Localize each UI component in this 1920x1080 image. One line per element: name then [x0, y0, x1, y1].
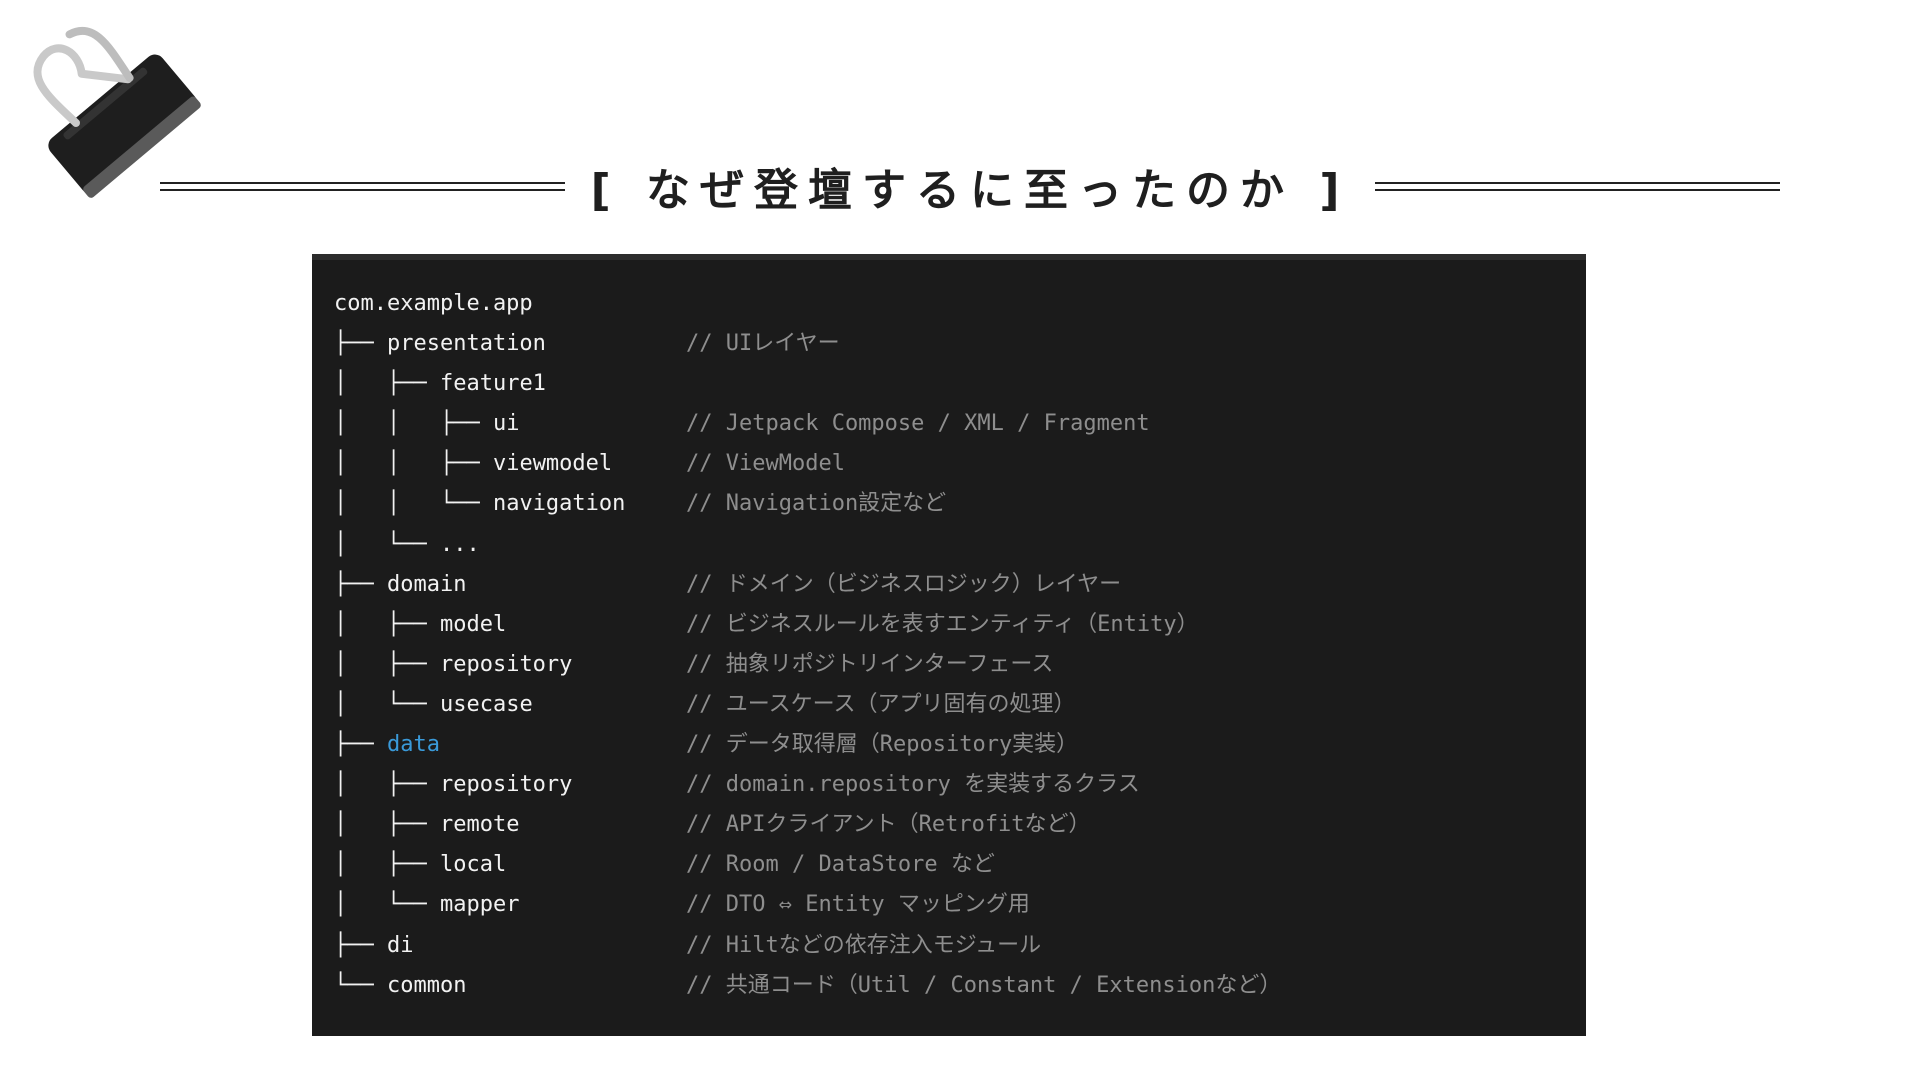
code-line: │ └── mapper // DTO ⇔ Entity マッピング用: [334, 885, 1586, 925]
tree-connector: │ ├──: [334, 371, 440, 397]
title-rule-right: [1375, 181, 1781, 191]
code-comment: // UIレイヤー: [686, 331, 840, 357]
tree-connector: ├──: [334, 571, 387, 597]
code-line: │ ├── feature1: [334, 364, 1586, 404]
package-name: local: [439, 852, 507, 878]
code-comment: // ドメイン（ビジネスロジック）レイヤー: [686, 571, 1122, 597]
page-title: [ なぜ登壇するに至ったのか ]: [590, 165, 1350, 216]
code-comment: // ViewModel: [686, 451, 845, 477]
code-line: │ ├── repository // 抽象リポジトリインターフェース: [334, 645, 1586, 685]
package-name: feature1: [439, 371, 546, 397]
code-block: com.example.app ├── presentation // UIレイヤー…: [312, 254, 1586, 1036]
tree-connector: │ │ ├──: [334, 451, 493, 477]
tree-connector: │ ├──: [334, 852, 440, 878]
package-name: repository: [439, 651, 573, 677]
tree-connector: │ ├──: [334, 812, 440, 838]
package-name: common: [386, 972, 467, 998]
code-line: │ ├── model // ビジネスルールを表すエンティティ（Entity）: [334, 605, 1586, 645]
code-line: com.example.app: [334, 284, 1586, 324]
package-name: di: [386, 932, 414, 958]
code-comment: // 共通コード（Util / Constant / Extensionなど）: [686, 972, 1282, 998]
package-name: model: [439, 611, 507, 637]
code-comment: // Hiltなどの依存注入モジュール: [686, 932, 1042, 958]
package-name: navigation: [492, 491, 626, 517]
code-line: ├── presentation // UIレイヤー: [334, 324, 1586, 364]
code-comment: // Room / DataStore など: [686, 852, 995, 878]
code-line: ├── data // データ取得層（Repository実装）: [334, 725, 1586, 765]
code-comment: // Jetpack Compose / XML / Fragment: [686, 411, 1150, 437]
code-comment: // Navigation設定など: [686, 491, 947, 517]
code-line: │ │ ├── ui // Jetpack Compose / XML / Fra…: [334, 404, 1586, 444]
code-line: │ │ ├── viewmodel // ViewModel: [334, 444, 1586, 484]
code-line: ├── domain // ドメイン（ビジネスロジック）レイヤー: [334, 565, 1586, 605]
code-line: │ ├── repository // domain.repository を実装…: [334, 765, 1586, 805]
tree-connector: ├──: [334, 732, 387, 758]
code-line: │ ├── local // Room / DataStore など: [334, 845, 1586, 885]
tree-connector: │ ├──: [334, 772, 440, 798]
code-line: │ │ └── navigation // Navigation設定など: [334, 484, 1586, 524]
tree-connector: │ │ └──: [334, 491, 493, 517]
package-name: usecase: [439, 691, 533, 717]
package-name: remote: [439, 812, 520, 838]
tree-connector: │ ├──: [334, 611, 440, 637]
tree-connector: ├──: [334, 331, 387, 357]
code-comment: // DTO ⇔ Entity マッピング用: [686, 892, 1030, 918]
code-line: │ └── usecase // ユースケース（アプリ固有の処理）: [334, 685, 1586, 725]
tree-connector: │ │ ├──: [334, 411, 493, 437]
tree-connector: │ ├──: [334, 651, 440, 677]
code-comment: // ユースケース（アプリ固有の処理）: [686, 691, 1076, 717]
code-comment: // データ取得層（Repository実装）: [686, 732, 1079, 758]
package-name: com.example.app: [334, 291, 533, 316]
code-comment: // ビジネスルールを表すエンティティ（Entity）: [686, 611, 1199, 637]
package-name: mapper: [439, 892, 520, 918]
code-line: └── common // 共通コード（Util / Constant / Ext…: [334, 966, 1586, 1006]
tree-connector: │ └──: [334, 531, 440, 557]
code-comment: // APIクライアント（Retrofitなど）: [686, 812, 1091, 838]
package-name: domain: [386, 571, 467, 597]
tree-connector: └──: [334, 972, 387, 998]
package-name: data: [386, 732, 440, 758]
code-line: │ └── ...: [334, 525, 1586, 565]
package-name: ui: [492, 411, 520, 437]
title-rule-left: [160, 181, 565, 191]
package-name: presentation: [386, 331, 546, 357]
slide: [ なぜ登壇するに至ったのか ] com.example.app ├── pres…: [0, 0, 1920, 1080]
package-name: ...: [439, 531, 480, 557]
package-name: repository: [439, 772, 573, 798]
code-comment: // domain.repository を実装するクラス: [686, 772, 1140, 798]
code-comment: // 抽象リポジトリインターフェース: [686, 651, 1054, 677]
code-line: │ ├── remote // APIクライアント（Retrofitなど）: [334, 805, 1586, 845]
code-line: ├── di // Hiltなどの依存注入モジュール: [334, 926, 1586, 966]
package-name: viewmodel: [492, 451, 613, 477]
tree-connector: │ └──: [334, 892, 440, 918]
tree-connector: │ └──: [334, 691, 440, 717]
title-row: [ なぜ登壇するに至ったのか ]: [160, 160, 1781, 216]
tree-connector: ├──: [334, 932, 387, 958]
